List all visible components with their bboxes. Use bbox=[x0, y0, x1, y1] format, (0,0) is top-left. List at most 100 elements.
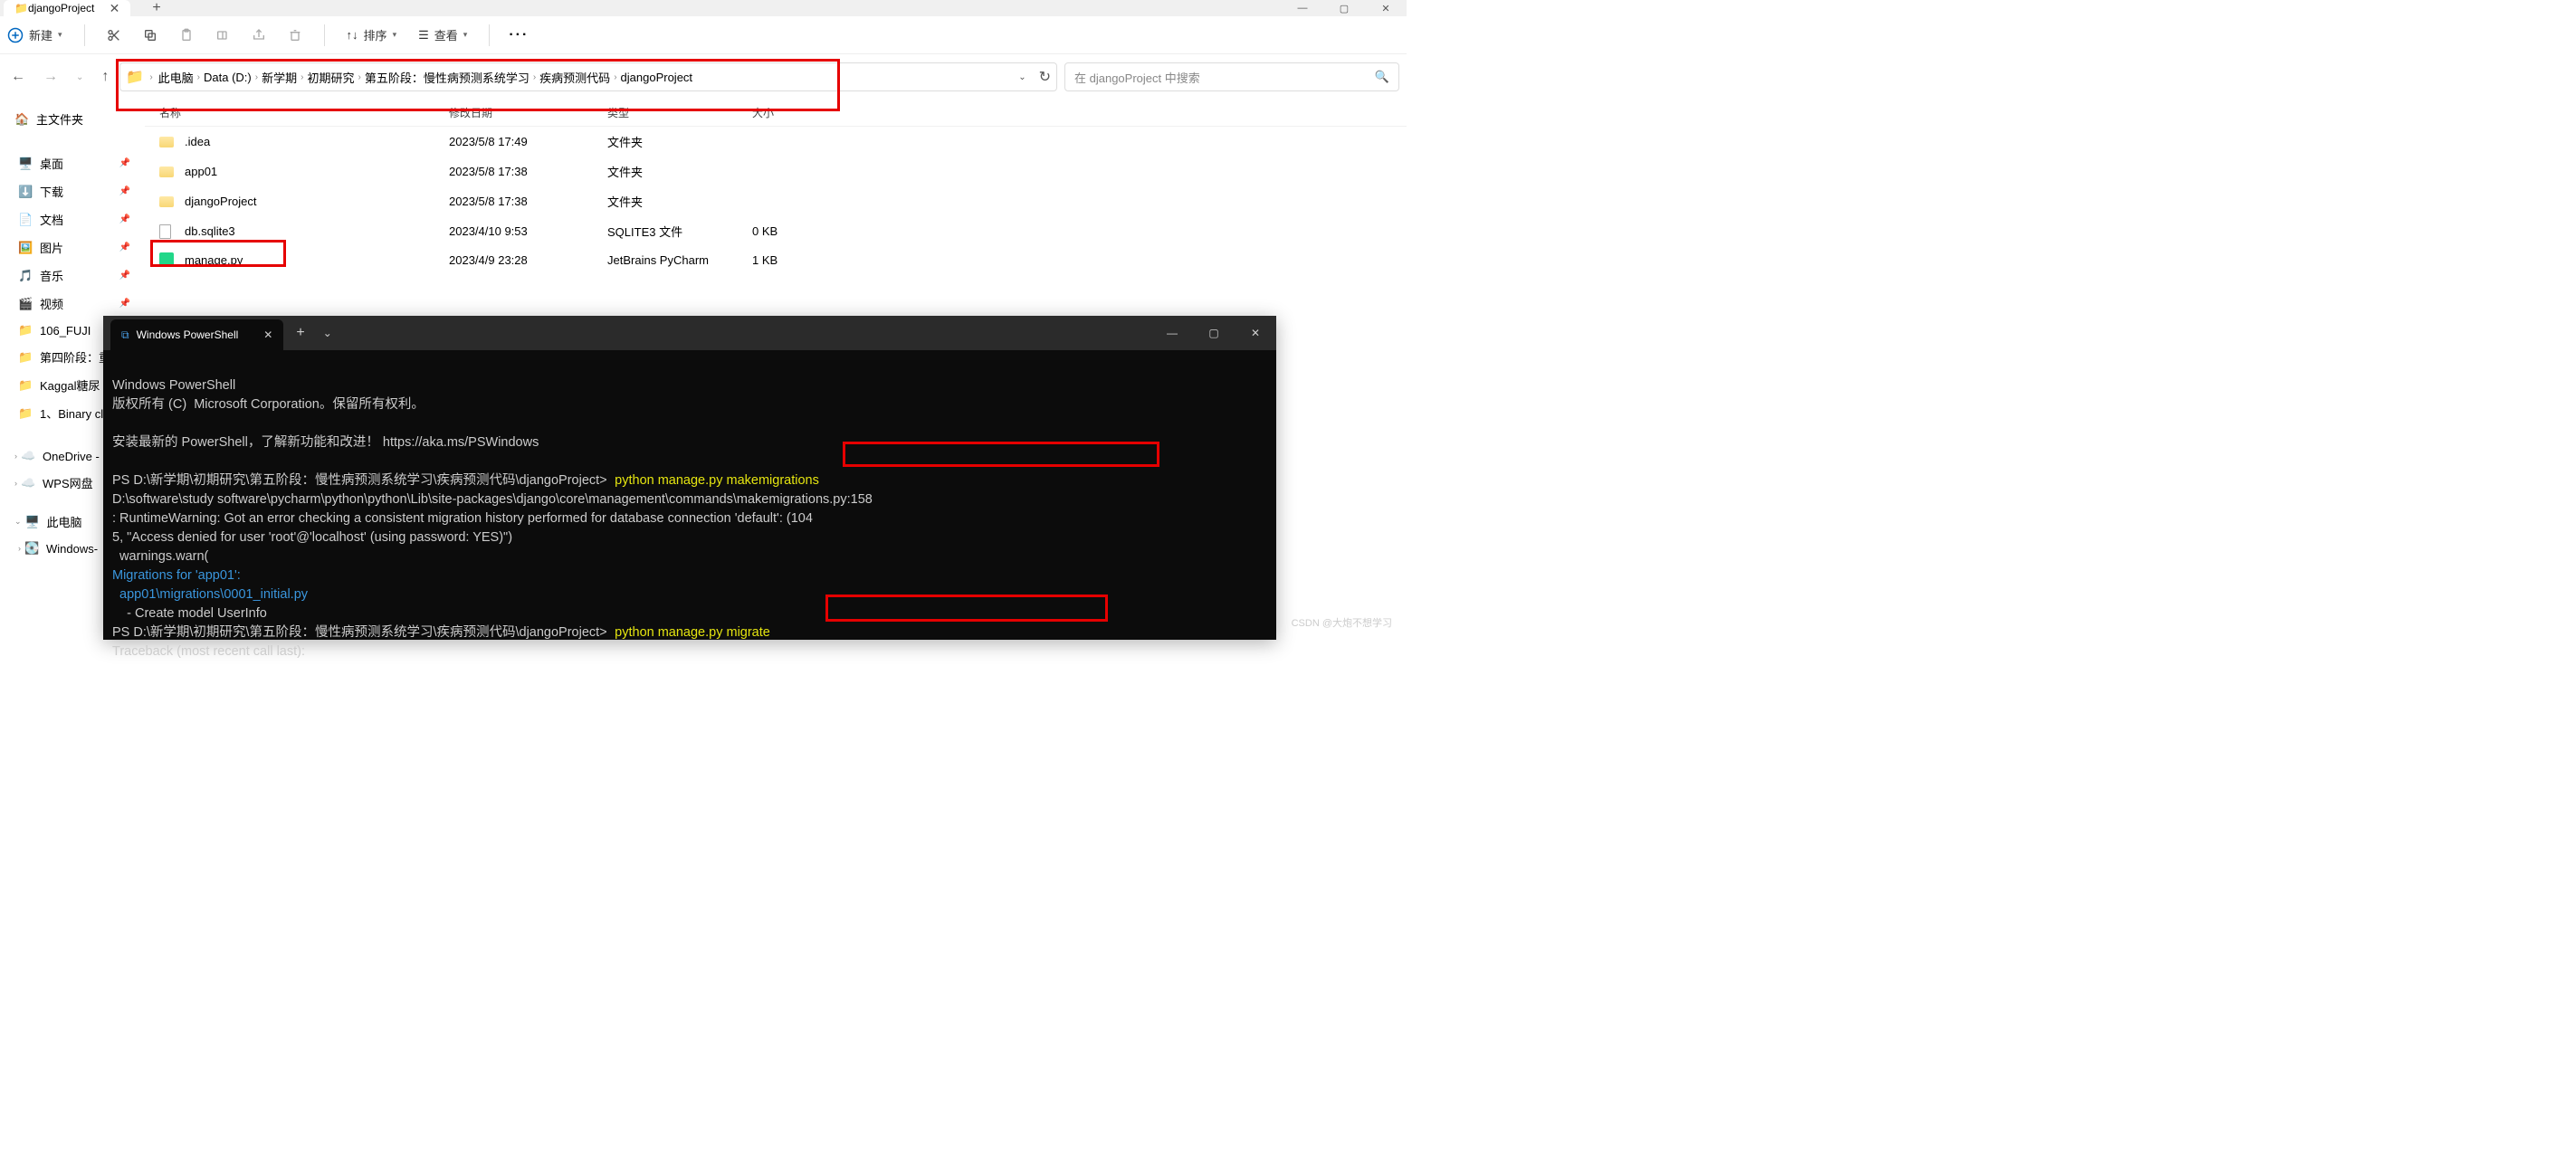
explorer-tab-bar: 📁 djangoProject ✕ + bbox=[0, 0, 1407, 16]
file-row[interactable]: djangoProject2023/5/8 17:38文件夹 bbox=[145, 186, 1407, 216]
refresh-icon[interactable]: ↻ bbox=[1039, 68, 1051, 86]
split-chevron[interactable]: ⌄ bbox=[318, 327, 338, 339]
pycharm-icon bbox=[159, 252, 176, 267]
minimize-button[interactable]: — bbox=[1282, 0, 1323, 16]
file-name: djangoProject bbox=[185, 195, 449, 208]
col-type[interactable]: 类型 bbox=[607, 105, 752, 120]
file-type: 文件夹 bbox=[607, 163, 752, 180]
search-input[interactable]: 在 djangoProject 中搜索 🔍 bbox=[1064, 62, 1399, 91]
more-icon[interactable]: ··· bbox=[511, 28, 526, 43]
col-size[interactable]: 大小 bbox=[752, 105, 825, 120]
file-row[interactable]: manage.py2023/4/9 23:28JetBrains PyCharm… bbox=[145, 246, 1407, 273]
terminal-window: ⧉ Windows PowerShell ✕ + ⌄ — ▢ ✕ Windows… bbox=[103, 316, 1276, 640]
file-type: SQLITE3 文件 bbox=[607, 223, 752, 240]
forward-button[interactable]: → bbox=[43, 69, 58, 85]
new-tab-button[interactable]: + bbox=[283, 325, 317, 341]
file-type: 文件夹 bbox=[607, 193, 752, 210]
address-bar[interactable]: 📁 › 此电脑› Data (D:)› 新学期› 初期研究› 第五阶段：慢性病预… bbox=[119, 62, 1057, 91]
breadcrumb-item[interactable]: 此电脑 bbox=[158, 69, 194, 86]
folder-icon bbox=[159, 165, 176, 179]
explorer-tab[interactable]: 📁 djangoProject ✕ bbox=[4, 0, 130, 16]
powershell-icon: ⧉ bbox=[121, 328, 129, 342]
file-row[interactable]: db.sqlite32023/4/10 9:53SQLITE3 文件0 KB bbox=[145, 216, 1407, 246]
folder-icon: 📁 bbox=[18, 350, 33, 365]
new-tab-button[interactable]: + bbox=[152, 0, 160, 16]
terminal-tab[interactable]: ⧉ Windows PowerShell ✕ bbox=[110, 319, 283, 350]
terminal-body[interactable]: Windows PowerShell 版权所有 (C) Microsoft Co… bbox=[103, 350, 1276, 669]
chevron-right-icon: › bbox=[149, 72, 152, 82]
file-icon bbox=[159, 224, 176, 239]
watermark: CSDN @大炮不想学习 bbox=[1292, 615, 1392, 630]
sidebar-downloads[interactable]: ⬇️下载📌 bbox=[0, 177, 145, 205]
maximize-button[interactable]: ▢ bbox=[1323, 0, 1365, 16]
column-headers: 名称 修改日期 类型 大小 bbox=[145, 100, 1407, 127]
pin-icon: 📌 bbox=[119, 158, 130, 168]
nav-arrows: ← → ⌄ ↑ bbox=[7, 69, 112, 85]
folder-icon: 📁 bbox=[126, 68, 144, 86]
maximize-button[interactable]: ▢ bbox=[1193, 316, 1235, 350]
sidebar-music[interactable]: 🎵音乐📌 bbox=[0, 262, 145, 290]
sort-button[interactable]: ↑↓ 排序 ▾ bbox=[347, 26, 397, 43]
file-row[interactable]: app012023/5/8 17:38文件夹 bbox=[145, 157, 1407, 186]
col-name[interactable]: 名称 bbox=[159, 105, 449, 120]
sidebar-home[interactable]: 🏠主文件夹 bbox=[0, 105, 145, 133]
close-icon[interactable]: ✕ bbox=[263, 328, 272, 341]
video-icon: 🎬 bbox=[18, 297, 33, 311]
rename-icon[interactable] bbox=[215, 28, 230, 43]
view-button[interactable]: ☰ 查看 ▾ bbox=[418, 26, 467, 43]
file-name: db.sqlite3 bbox=[185, 224, 449, 238]
music-icon: 🎵 bbox=[18, 269, 33, 283]
minimize-button[interactable]: — bbox=[1151, 316, 1193, 350]
folder-icon: 📁 bbox=[18, 378, 33, 393]
sidebar-videos[interactable]: 🎬视频📌 bbox=[0, 290, 145, 318]
file-type: 文件夹 bbox=[607, 133, 752, 150]
breadcrumb-item[interactable]: 初期研究 bbox=[307, 69, 354, 86]
back-button[interactable]: ← bbox=[11, 69, 25, 85]
file-name: manage.py bbox=[185, 253, 449, 267]
window-controls: — ▢ ✕ bbox=[1282, 0, 1407, 16]
cloud-icon: ☁️ bbox=[21, 476, 35, 490]
tab-close-icon[interactable]: ✕ bbox=[110, 1, 120, 16]
paste-icon[interactable] bbox=[179, 28, 194, 43]
up-button[interactable]: ↑ bbox=[101, 69, 109, 85]
file-name: .idea bbox=[185, 135, 449, 148]
file-date: 2023/5/8 17:38 bbox=[449, 165, 607, 178]
tab-title: djangoProject bbox=[28, 2, 94, 14]
pictures-icon: 🖼️ bbox=[18, 241, 33, 255]
recent-chevron[interactable]: ⌄ bbox=[76, 72, 83, 82]
search-icon: 🔍 bbox=[1375, 70, 1389, 84]
folder-icon: 📁 bbox=[18, 406, 33, 421]
download-icon: ⬇️ bbox=[18, 185, 33, 199]
terminal-titlebar[interactable]: ⧉ Windows PowerShell ✕ + ⌄ — ▢ ✕ bbox=[103, 316, 1276, 350]
file-date: 2023/4/10 9:53 bbox=[449, 224, 607, 238]
sidebar-documents[interactable]: 📄文档📌 bbox=[0, 205, 145, 233]
sort-icon: ↑↓ bbox=[347, 28, 358, 42]
drive-icon: 💽 bbox=[24, 541, 39, 556]
file-type: JetBrains PyCharm bbox=[607, 253, 752, 267]
sidebar-desktop[interactable]: 🖥️桌面📌 bbox=[0, 149, 145, 177]
document-icon: 📄 bbox=[18, 213, 33, 227]
breadcrumb-item[interactable]: 疾病预测代码 bbox=[539, 69, 610, 86]
breadcrumb-item[interactable]: 第五阶段：慢性病预测系统学习 bbox=[365, 69, 530, 86]
file-name: app01 bbox=[185, 165, 449, 178]
share-icon[interactable] bbox=[252, 28, 266, 43]
home-icon: 🏠 bbox=[14, 112, 29, 127]
copy-icon[interactable] bbox=[143, 28, 157, 43]
cloud-icon: ☁️ bbox=[21, 449, 35, 463]
breadcrumb-item[interactable]: djangoProject bbox=[621, 71, 693, 84]
close-button[interactable]: ✕ bbox=[1365, 0, 1407, 16]
file-size: 0 KB bbox=[752, 224, 825, 238]
breadcrumb-item[interactable]: Data (D:) bbox=[204, 71, 252, 84]
file-date: 2023/5/8 17:38 bbox=[449, 195, 607, 208]
folder-icon: 📁 bbox=[18, 323, 33, 338]
col-date[interactable]: 修改日期 bbox=[449, 105, 607, 120]
sidebar-pictures[interactable]: 🖼️图片📌 bbox=[0, 233, 145, 262]
delete-icon[interactable] bbox=[288, 28, 302, 43]
breadcrumb-item[interactable]: 新学期 bbox=[262, 69, 297, 86]
chevron-down-icon[interactable]: ⌄ bbox=[1018, 72, 1026, 82]
cut-icon[interactable] bbox=[107, 28, 121, 43]
close-button[interactable]: ✕ bbox=[1235, 316, 1276, 350]
file-row[interactable]: .idea2023/5/8 17:49文件夹 bbox=[145, 127, 1407, 157]
view-icon: ☰ bbox=[418, 28, 429, 43]
new-button[interactable]: 新建 ▾ bbox=[7, 26, 62, 43]
